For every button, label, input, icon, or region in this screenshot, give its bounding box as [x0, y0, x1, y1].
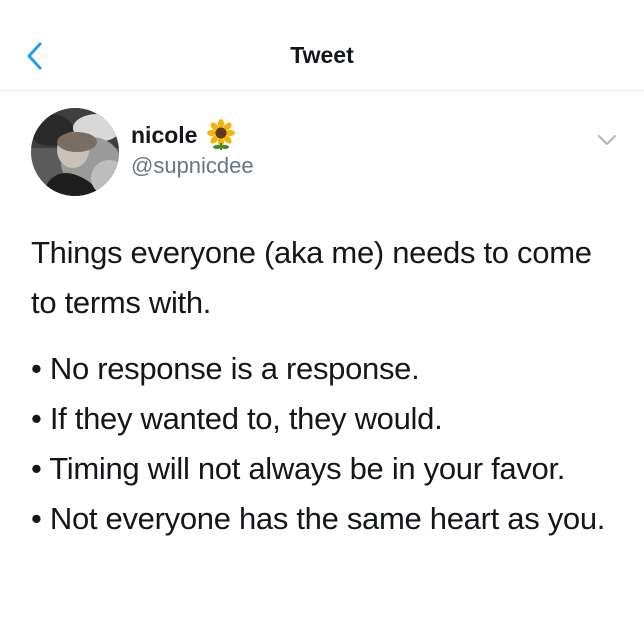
tweet-intro: Things everyone (aka me) needs to come t…: [31, 235, 592, 320]
tweet-bullet: • No response is a response.: [31, 351, 420, 386]
more-options-button[interactable]: [596, 132, 618, 148]
user-handle[interactable]: @supnicdee: [131, 153, 254, 179]
tweet-bullet: • Timing will not always be in your favo…: [31, 451, 566, 486]
top-nav-bar: Tweet: [0, 0, 644, 91]
page-title: Tweet: [290, 42, 354, 68]
author-name-row: nicole: [131, 119, 237, 151]
sunflower-icon: [205, 119, 237, 151]
avatar[interactable]: [31, 108, 119, 196]
tweet-bullet: • Not everyone has the same heart as you…: [31, 501, 606, 536]
tweet-bullet: • If they wanted to, they would.: [31, 401, 443, 436]
chevron-down-icon: [598, 135, 616, 145]
display-name[interactable]: nicole: [131, 122, 197, 149]
tweet-text: Things everyone (aka me) needs to come t…: [31, 228, 621, 544]
